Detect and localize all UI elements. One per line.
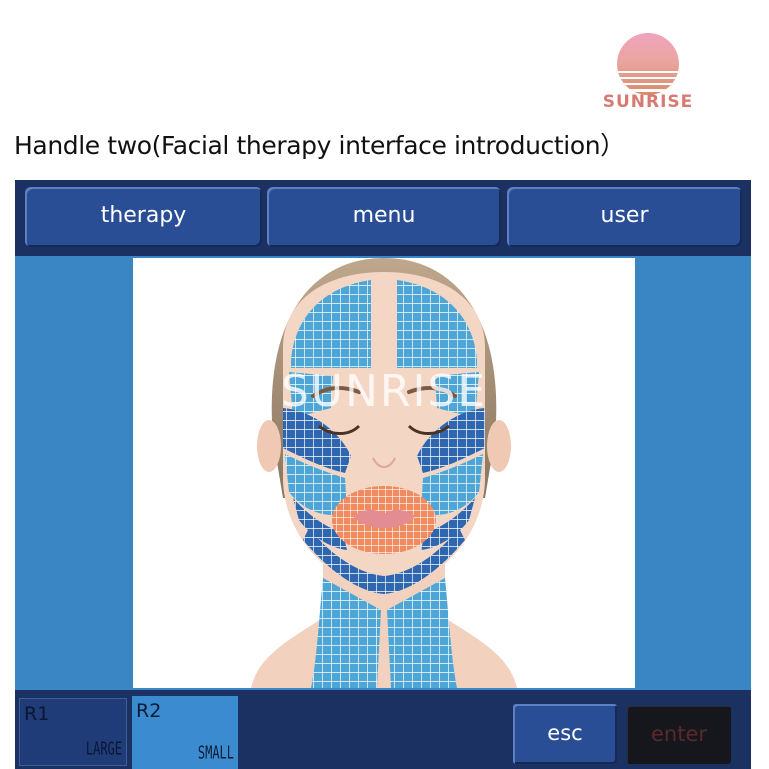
face-treatment-map-icon [251, 258, 517, 688]
sunset-icon [617, 33, 679, 95]
r2-small-button[interactable]: R2 SMALL [132, 696, 238, 769]
page-title: Handle two(Facial therapy interface intr… [14, 131, 625, 160]
face-map-image: SUNRISE [133, 258, 635, 688]
brand-logo: SUNRISE [598, 30, 698, 115]
device-screen: therapy menu user SUNRISE R1 LARGE R2 SM… [15, 180, 751, 769]
tab-bar: therapy menu user [15, 180, 751, 252]
tab-therapy[interactable]: therapy [25, 187, 262, 247]
brand-name: SUNRISE [602, 92, 694, 112]
esc-button[interactable]: esc [513, 704, 617, 764]
r1-size-label: LARGE [85, 738, 122, 759]
r1-large-button[interactable]: R1 LARGE [19, 698, 127, 766]
enter-button[interactable]: enter [627, 706, 731, 764]
image-watermark: SUNRISE [280, 366, 488, 417]
r1-label: R1 [24, 703, 50, 725]
tab-menu[interactable]: menu [267, 187, 501, 247]
bottom-control-bar: R1 LARGE R2 SMALL esc enter [15, 690, 751, 769]
therapy-content-area: SUNRISE [15, 256, 751, 690]
r2-size-label: SMALL [197, 742, 234, 763]
r2-label: R2 [136, 700, 162, 722]
tab-user[interactable]: user [507, 187, 742, 247]
